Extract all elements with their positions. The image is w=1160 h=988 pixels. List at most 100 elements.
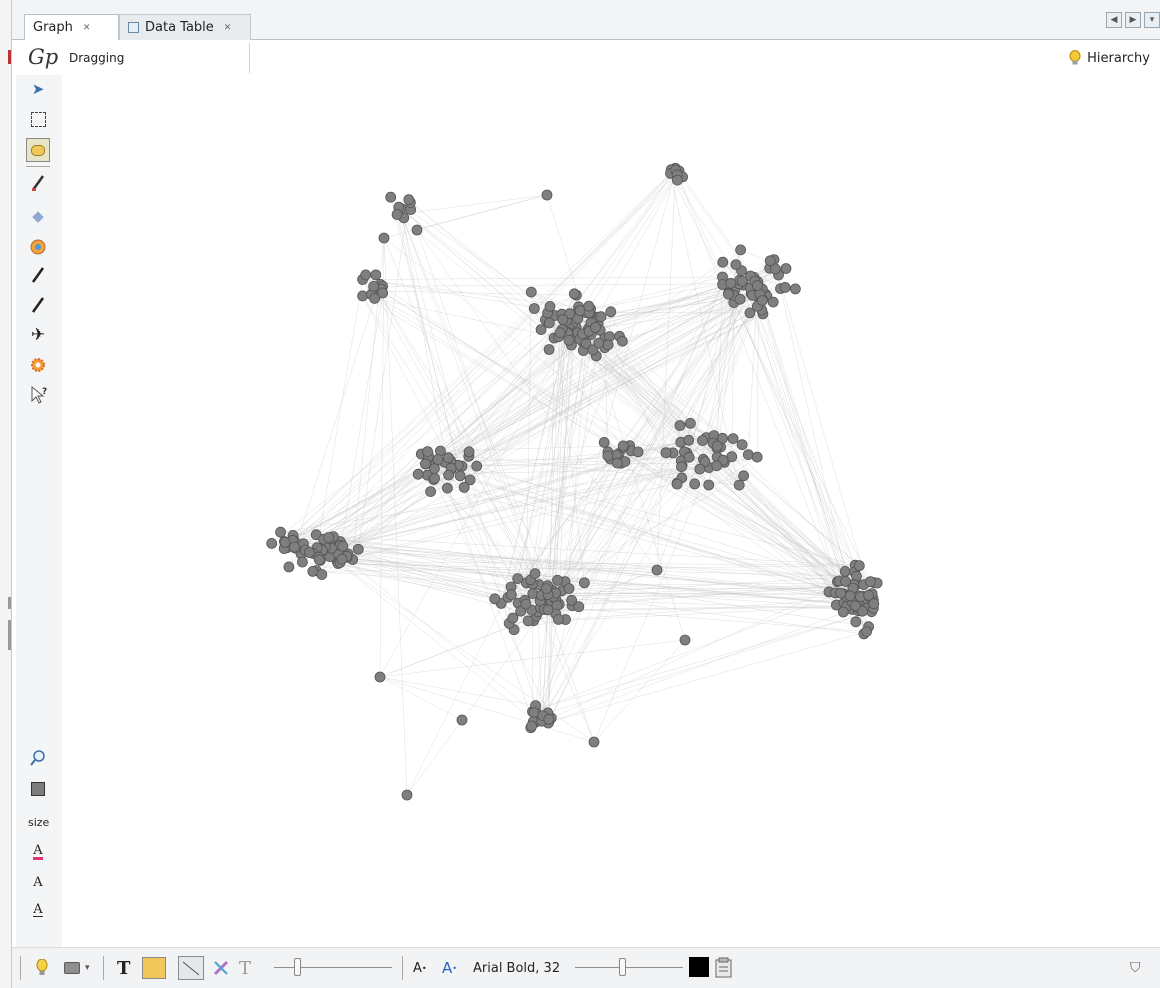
graph-node[interactable] <box>590 322 601 333</box>
edge-scale-slider[interactable] <box>294 958 301 976</box>
graph-node[interactable] <box>357 290 369 302</box>
graph-node[interactable] <box>458 481 470 493</box>
tab-graph[interactable]: Graph ✕ <box>24 14 119 40</box>
graph-node[interactable] <box>352 543 364 555</box>
graph-node[interactable] <box>683 451 695 463</box>
graph-node[interactable] <box>752 280 763 292</box>
graph-node[interactable] <box>369 292 381 304</box>
graph-node[interactable] <box>735 244 746 256</box>
graph-node[interactable] <box>779 281 791 293</box>
graph-node[interactable] <box>850 616 862 628</box>
graph-node[interactable] <box>840 575 851 587</box>
graph-node[interactable] <box>507 612 519 624</box>
graph-node[interactable] <box>422 446 434 458</box>
graph-node[interactable] <box>535 324 547 336</box>
font-size-down-button[interactable]: A • <box>413 956 427 980</box>
graph-node[interactable] <box>288 541 300 553</box>
graph-node[interactable] <box>543 317 555 329</box>
help-pointer-icon[interactable]: ? <box>26 383 50 407</box>
show-labels-icon[interactable]: T <box>117 956 130 980</box>
graph-node[interactable] <box>443 469 455 481</box>
node-labels-toggle-icon[interactable] <box>142 956 166 980</box>
diamond-icon[interactable]: ◆ <box>26 204 50 228</box>
close-icon[interactable]: ✕ <box>83 23 91 33</box>
scroll-tabs-left-icon[interactable]: ◀ <box>1106 12 1122 28</box>
graph-node[interactable] <box>411 224 423 236</box>
graph-node[interactable] <box>454 470 466 482</box>
graph-node[interactable] <box>505 589 517 601</box>
graph-node[interactable] <box>683 434 695 446</box>
graph-node[interactable] <box>602 339 614 351</box>
graph-node[interactable] <box>283 561 295 573</box>
graph-node[interactable] <box>542 604 554 616</box>
graph-node[interactable] <box>512 573 524 585</box>
network-graph[interactable] <box>62 75 1160 947</box>
label-size-icon[interactable]: A <box>26 870 50 894</box>
graph-node[interactable] <box>853 560 865 572</box>
graph-node[interactable] <box>420 458 431 470</box>
graph-node[interactable] <box>360 269 372 281</box>
graph-node[interactable] <box>651 564 663 576</box>
rectangle-select-icon[interactable] <box>26 107 50 131</box>
color-wheel-icon[interactable] <box>26 235 50 259</box>
graph-node[interactable] <box>554 327 566 339</box>
graph-node[interactable] <box>543 344 555 355</box>
hierarchy-button[interactable]: Hierarchy <box>1069 50 1150 66</box>
graph-node[interactable] <box>733 479 745 491</box>
lightbulb-icon[interactable] <box>36 956 48 980</box>
pencil-icon[interactable] <box>26 263 50 287</box>
graph-node[interactable] <box>736 275 748 287</box>
graph-node[interactable] <box>723 288 734 300</box>
graph-node[interactable] <box>525 286 537 298</box>
font-size-up-button[interactable]: A • <box>442 956 457 980</box>
arrow-select-icon[interactable]: ➤ <box>26 77 50 101</box>
pencil-edge-icon[interactable] <box>26 293 50 317</box>
graph-node[interactable] <box>850 600 861 612</box>
graph-node[interactable] <box>703 479 715 491</box>
graph-node[interactable] <box>711 440 723 452</box>
graph-node[interactable] <box>660 447 672 459</box>
graph-node[interactable] <box>717 256 729 268</box>
edge-color-icon[interactable] <box>212 956 230 980</box>
graph-node[interactable] <box>378 232 390 244</box>
node-color-icon[interactable] <box>26 777 50 801</box>
graph-node[interactable] <box>370 269 382 281</box>
screenshot-camera-icon[interactable]: ▾ <box>64 956 90 980</box>
airplane-icon[interactable]: ✈ <box>26 323 50 347</box>
graph-node[interactable] <box>336 553 348 565</box>
text-color-swatch[interactable] <box>689 957 709 977</box>
graph-node[interactable] <box>368 280 380 292</box>
graph-node[interactable] <box>742 449 754 461</box>
collapse-panel-icon[interactable]: ⛉ <box>1130 956 1141 980</box>
graph-node[interactable] <box>401 789 413 801</box>
graph-node[interactable] <box>540 583 552 594</box>
font-scale-slider[interactable] <box>619 958 626 976</box>
graph-node[interactable] <box>725 277 737 289</box>
graph-node[interactable] <box>730 259 742 271</box>
label-attributes-icon[interactable] <box>714 956 734 980</box>
graph-node[interactable] <box>563 583 575 594</box>
graph-node[interactable] <box>617 440 629 452</box>
graph-node[interactable] <box>429 472 441 484</box>
graph-node[interactable] <box>552 574 563 586</box>
graph-node[interactable] <box>557 314 569 325</box>
graph-node[interactable] <box>835 587 846 599</box>
graph-node[interactable] <box>837 606 849 618</box>
zoom-fit-icon[interactable] <box>26 746 50 770</box>
graph-node[interactable] <box>563 334 575 346</box>
graph-node[interactable] <box>689 478 701 490</box>
graph-node[interactable] <box>694 463 706 475</box>
sun-icon[interactable] <box>26 353 50 377</box>
graph-node[interactable] <box>865 576 876 588</box>
graph-node[interactable] <box>543 713 555 725</box>
graph-node[interactable] <box>428 463 440 475</box>
graph-node[interactable] <box>463 446 475 458</box>
graph-node[interactable] <box>671 478 683 490</box>
edge-labels-icon[interactable]: T <box>239 956 251 980</box>
graph-node[interactable] <box>679 634 691 646</box>
graph-node[interactable] <box>790 283 801 295</box>
graph-node[interactable] <box>767 296 779 308</box>
close-icon[interactable]: ✕ <box>224 23 232 33</box>
graph-node[interactable] <box>303 547 315 558</box>
graph-node[interactable] <box>552 614 564 625</box>
